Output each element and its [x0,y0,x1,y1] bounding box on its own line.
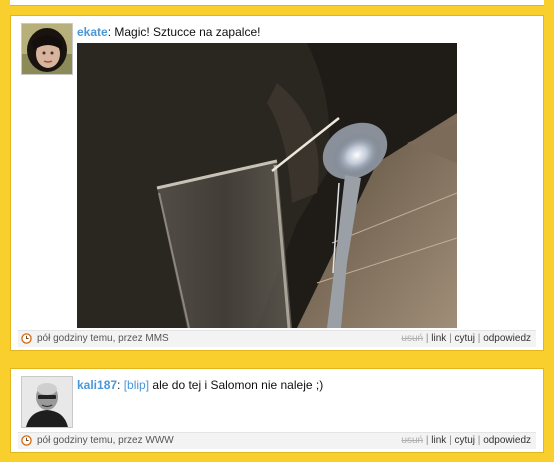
quote-link[interactable]: cytuj [454,435,475,446]
avatar-kali187-image [22,377,72,427]
delete-link[interactable]: usuń [401,435,423,446]
post-actions: usuń | link | cytuj | odpowiedz [401,435,531,446]
attached-photo[interactable] [77,43,457,328]
post-timestamp: pół godziny temu, przez MMS [37,333,169,344]
quote-link[interactable]: cytuj [454,333,475,344]
post-message: ekate: Magic! Sztucce na zapalce! [77,25,261,39]
tag-link[interactable]: [blip] [124,378,149,392]
photo-image [77,43,457,328]
post-footer: pół godziny temu, przez MMS usuń | link … [18,330,536,347]
status-post: ekate: Magic! Sztucce na zapalce! pół go… [10,15,544,351]
avatar-ekate-image [22,24,72,74]
clock-icon [21,333,32,344]
avatar[interactable] [21,376,73,428]
author-link[interactable]: ekate [77,25,108,39]
status-post: kali187: [blip] ale do tej i Salomon nie… [10,368,544,453]
permalink-link[interactable]: link [431,333,446,344]
reply-link[interactable]: odpowiedz [483,435,531,446]
message-text: Magic! Sztucce na zapalce! [114,25,261,39]
clock-icon [21,435,32,446]
avatar[interactable] [21,23,73,75]
message-text: ale do tej i Salomon nie naleje ;) [152,378,324,392]
previous-post-edge [10,0,544,6]
reply-link[interactable]: odpowiedz [483,333,531,344]
delete-link[interactable]: usuń [401,333,423,344]
permalink-link[interactable]: link [431,435,446,446]
post-footer: pół godziny temu, przez WWW usuń | link … [18,432,536,449]
post-timestamp: pół godziny temu, przez WWW [37,435,174,446]
author-link[interactable]: kali187 [77,378,117,392]
post-message: kali187: [blip] ale do tej i Salomon nie… [77,378,324,392]
post-actions: usuń | link | cytuj | odpowiedz [401,333,531,344]
